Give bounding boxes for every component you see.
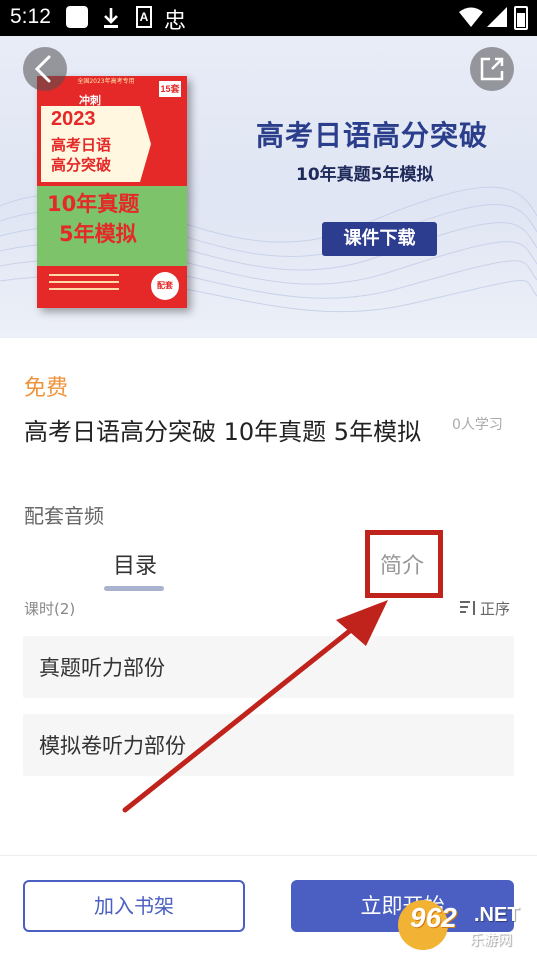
download-icon bbox=[104, 8, 118, 28]
book-cover: 全国2023年高考专用 15套 冲刺 2023 高考日语 高分突破 10年真题 … bbox=[37, 76, 187, 308]
book-top-note: 全国2023年高考专用 bbox=[77, 78, 135, 85]
status-time: 5:12 bbox=[10, 5, 51, 28]
book-green-line1: 10年真题 bbox=[47, 192, 140, 216]
share-external-icon bbox=[480, 57, 504, 81]
active-tab-indicator bbox=[104, 586, 164, 591]
lesson-title: 模拟卷听力部份 bbox=[39, 734, 186, 758]
add-to-shelf-button[interactable]: 加入书架 bbox=[23, 880, 245, 932]
back-button[interactable] bbox=[23, 47, 67, 91]
watermark-site: 乐游网 bbox=[470, 933, 512, 949]
banner-subtitle: 10年真题5年模拟 bbox=[296, 165, 434, 185]
wifi-icon bbox=[459, 7, 483, 27]
lesson-item[interactable]: 真题听力部份 bbox=[23, 636, 514, 698]
book-title-line1: 高考日语 bbox=[51, 136, 112, 154]
book-title-line2: 高分突破 bbox=[51, 156, 112, 174]
sort-label: 正序 bbox=[480, 600, 511, 618]
notification-square-icon bbox=[66, 6, 88, 28]
courseware-download-badge[interactable]: 课件下载 bbox=[322, 222, 437, 256]
course-title: 高考日语高分突破 10年真题 5年模拟 bbox=[24, 418, 422, 446]
chevron-left-icon bbox=[34, 55, 51, 83]
annotation-highlight-box bbox=[365, 530, 443, 598]
sort-icon bbox=[460, 601, 475, 615]
lesson-title: 真题听力部份 bbox=[39, 656, 165, 680]
watermark-number: 962 bbox=[410, 902, 457, 933]
status-bar: 5:12 A 忠 bbox=[0, 0, 537, 36]
course-price: 免费 bbox=[24, 376, 69, 401]
book-year: 2023 bbox=[51, 108, 96, 130]
site-watermark: 962 .NET 乐游网 bbox=[396, 896, 534, 954]
book-green-line2: 5年模拟 bbox=[59, 222, 137, 246]
battery-icon bbox=[514, 6, 528, 30]
share-button[interactable] bbox=[470, 47, 514, 91]
learner-count: 0人学习 bbox=[452, 417, 503, 433]
lesson-count: 课时(2) bbox=[24, 600, 76, 618]
a-box-icon: A bbox=[136, 6, 152, 28]
course-subtitle: 配套音频 bbox=[24, 504, 104, 528]
banner-title: 高考日语高分突破 bbox=[256, 119, 489, 152]
watermark-net: .NET bbox=[474, 904, 520, 926]
lesson-item[interactable]: 模拟卷听力部份 bbox=[23, 714, 514, 776]
debug-icon: 忠 bbox=[164, 9, 187, 34]
bottom-divider bbox=[0, 855, 537, 856]
book-chong: 冲刺 bbox=[79, 94, 101, 107]
book-seal: 配套 bbox=[151, 272, 179, 300]
course-banner: 全国2023年高考专用 15套 冲刺 2023 高考日语 高分突破 10年真题 … bbox=[0, 36, 537, 338]
tab-catalog[interactable]: 目录 bbox=[104, 548, 166, 580]
book-count-badge: 15套 bbox=[159, 81, 181, 97]
signal-icon bbox=[487, 7, 507, 27]
book-lower-lines bbox=[49, 274, 135, 302]
